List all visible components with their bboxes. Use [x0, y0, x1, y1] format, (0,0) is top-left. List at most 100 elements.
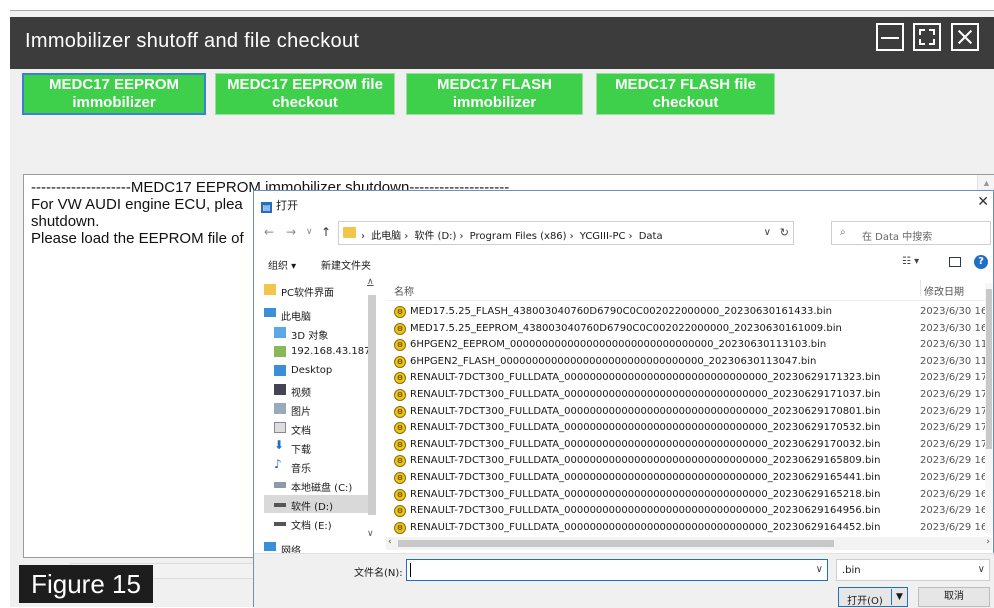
nav-item-pc-software[interactable]: PC软件界面 [264, 281, 376, 299]
file-row[interactable]: ⚙ RENAULT-7DCT300_FULLDATA_00000000000000… [386, 520, 992, 536]
bin-file-icon: ⚙ [394, 405, 406, 418]
video-icon [274, 384, 286, 395]
organize-menu[interactable]: 组织 ▾ [268, 257, 296, 272]
file-row[interactable]: ⚙ 6HPGEN2_FLASH_0000000000000000000000000… [386, 354, 992, 370]
breadcrumb-item[interactable]: Program Files (x86) [470, 231, 567, 242]
cancel-button[interactable]: 取消 [918, 587, 990, 607]
breadcrumb-item[interactable]: 此电脑 [371, 231, 401, 242]
file-list-scrollbar[interactable] [985, 283, 993, 533]
help-icon[interactable]: ? [974, 255, 988, 269]
nav-item-documents[interactable]: 文档 [264, 419, 376, 437]
scroll-up-icon[interactable]: ▲ [982, 178, 991, 188]
bin-file-icon: ⚙ [394, 422, 406, 435]
preview-pane-icon[interactable] [949, 257, 961, 267]
figure-label: Figure 15 [19, 565, 153, 603]
breadcrumb-item[interactable]: 软件 (D:) [414, 231, 456, 242]
file-date: 2023/6/29 17:0 [920, 438, 992, 450]
nav-item-software-d[interactable]: 软件 (D:) [264, 495, 376, 513]
file-row[interactable]: ⚙ RENAULT-7DCT300_FULLDATA_00000000000000… [386, 503, 992, 519]
open-button[interactable]: 打开(O) ▼ [838, 587, 908, 607]
scroll-right-icon[interactable]: › [986, 537, 990, 547]
file-row[interactable]: ⚙ RENAULT-7DCT300_FULLDATA_00000000000000… [386, 453, 992, 469]
filetype-select[interactable]: .bin ∨ [836, 559, 990, 581]
folder-icon [343, 227, 356, 238]
nav-item-music[interactable]: ♪ 音乐 [264, 457, 376, 475]
file-row[interactable]: ⚙ RENAULT-7DCT300_FULLDATA_00000000000000… [386, 437, 992, 453]
nav-item-videos[interactable]: 视频 [264, 381, 376, 399]
open-file-dialog: ▤ 打开 ✕ ← → ∨ ↑ › 此电脑 › 软件 (D:) › Program Fi… [253, 190, 994, 608]
file-list-scroll-thumb[interactable] [986, 289, 992, 449]
new-folder-button[interactable]: 新建文件夹 [321, 257, 371, 272]
file-list-horizontal-scrollbar[interactable]: ‹ › [386, 537, 992, 550]
file-row[interactable]: ⚙ MED17.5.25_FLASH_438003040760D6790C0C00… [386, 304, 992, 320]
refresh-icon[interactable]: ↻ [780, 226, 789, 239]
recent-chevron-icon[interactable]: ∨ [306, 227, 313, 237]
view-options-icon[interactable]: ☷ ▾ [902, 256, 919, 267]
file-row[interactable]: ⚙ RENAULT-7DCT300_FULLDATA_00000000000000… [386, 487, 992, 503]
cube-icon [274, 327, 286, 338]
medc17-flash-file-checkout-button[interactable]: MEDC17 FLASH file checkout [596, 73, 775, 115]
chevron-down-icon[interactable]: ∨ [764, 227, 771, 238]
file-row[interactable]: ⚙ RENAULT-7DCT300_FULLDATA_00000000000000… [386, 387, 992, 403]
chevron-down-icon[interactable]: ∨ [816, 564, 823, 575]
bin-file-icon: ⚙ [394, 472, 406, 484]
file-row[interactable]: ⚙ MED17.5.25_EEPROM_438003040760D6790C0C0… [386, 321, 992, 337]
address-bar[interactable]: › 此电脑 › 软件 (D:) › Program Files (x86) › YCG… [338, 221, 794, 245]
file-date: 2023/6/29 16:5 [920, 488, 992, 500]
nav-item-downloads[interactable]: ⬇ 下载 [264, 438, 376, 456]
medc17-flash-immobilizer-button[interactable]: MEDC17 FLASH immobilizer [406, 73, 583, 115]
file-row[interactable]: ⚙ 6HPGEN2_EEPROM_000000000000000000000000… [386, 337, 992, 353]
file-row[interactable]: ⚙ RENAULT-7DCT300_FULLDATA_00000000000000… [386, 420, 992, 436]
file-date: 2023/6/29 16:5 [920, 472, 992, 483]
file-name: RENAULT-7DCT300_FULLDATA_000000000000000… [410, 422, 881, 434]
dialog-close-icon[interactable]: ✕ [977, 194, 989, 210]
file-date: 2023/6/30 16:1 [920, 306, 992, 317]
open-split-arrow-icon[interactable]: ▼ [891, 589, 907, 605]
scroll-left-icon[interactable]: ‹ [388, 537, 392, 547]
breadcrumb: › 此电脑 › 软件 (D:) › Program Files (x86) › YCG… [361, 231, 663, 242]
breadcrumb-item[interactable]: YCGIII-PC [580, 231, 626, 242]
search-input[interactable]: ⌕ 在 Data 中搜索 [831, 221, 991, 245]
bin-file-icon: ⚙ [394, 455, 406, 468]
medc17-eeprom-file-checkout-button[interactable]: MEDC17 EEPROM file checkout [215, 73, 395, 115]
file-row[interactable]: ⚙ RENAULT-7DCT300_FULLDATA_00000000000000… [386, 370, 992, 386]
file-date: 2023/6/29 17:1 [920, 389, 992, 400]
nav-item-this-pc[interactable]: 此电脑 [264, 305, 376, 323]
breadcrumb-item[interactable]: Data [639, 231, 663, 242]
nav-scrollbar[interactable]: ∧ ∨ [366, 277, 378, 539]
medc17-eeprom-immobilizer-button[interactable]: MEDC17 EEPROM immobilizer [22, 73, 206, 115]
nav-scroll-thumb[interactable] [368, 295, 376, 515]
close-button[interactable] [951, 23, 979, 51]
bin-file-icon: ⚙ [394, 488, 406, 501]
minimize-button[interactable] [876, 23, 904, 51]
horizontal-scroll-thumb[interactable] [398, 540, 834, 547]
nav-item-3d-objects[interactable]: 3D 对象 [264, 324, 376, 342]
file-date: 2023/6/29 16:4 [920, 505, 992, 517]
scroll-up-icon[interactable]: ∧ [367, 277, 374, 287]
nav-item-local-disk-c[interactable]: 本地磁盘 (C:) [264, 476, 376, 494]
chevron-down-icon[interactable]: ∨ [978, 564, 985, 575]
column-date[interactable]: 修改日期 [920, 280, 964, 298]
file-date: 2023/6/29 16:5 [920, 455, 992, 467]
file-row[interactable]: ⚙ RENAULT-7DCT300_FULLDATA_00000000000000… [386, 404, 992, 420]
forward-arrow-icon[interactable]: → [286, 225, 296, 239]
file-date: 2023/6/30 11:3 [920, 355, 992, 367]
file-name: RENAULT-7DCT300_FULLDATA_000000000000000… [410, 488, 881, 500]
nav-item-network-drive[interactable]: 192.168.43.187 [264, 343, 376, 361]
file-date: 2023/6/30 11:3 [920, 339, 992, 351]
filename-input[interactable]: ∨ [406, 559, 828, 581]
nav-item-pictures[interactable]: 图片 [264, 400, 376, 418]
nav-item-desktop[interactable]: Desktop [264, 362, 376, 380]
file-name: RENAULT-7DCT300_FULLDATA_000000000000000… [410, 521, 881, 533]
file-row[interactable]: ⚙ RENAULT-7DCT300_FULLDATA_00000000000000… [386, 470, 992, 486]
file-name: MED17.5.25_FLASH_438003040760D6790C0C002… [410, 306, 832, 317]
navigation-pane: PC软件界面 此电脑 3D 对象 192.168.43.187 Desktop … [254, 275, 380, 557]
column-name[interactable]: 名称 [394, 283, 414, 298]
nav-item-documents-e[interactable]: 文档 (E:) [264, 514, 376, 532]
file-name: RENAULT-7DCT300_FULLDATA_000000000000000… [410, 505, 881, 517]
maximize-button[interactable] [913, 23, 941, 51]
back-arrow-icon[interactable]: ← [264, 225, 274, 239]
log-line: For VW AUDI engine ECU, plea [31, 196, 243, 213]
scroll-down-icon[interactable]: ∨ [367, 529, 374, 539]
up-arrow-icon[interactable]: ↑ [321, 225, 331, 239]
